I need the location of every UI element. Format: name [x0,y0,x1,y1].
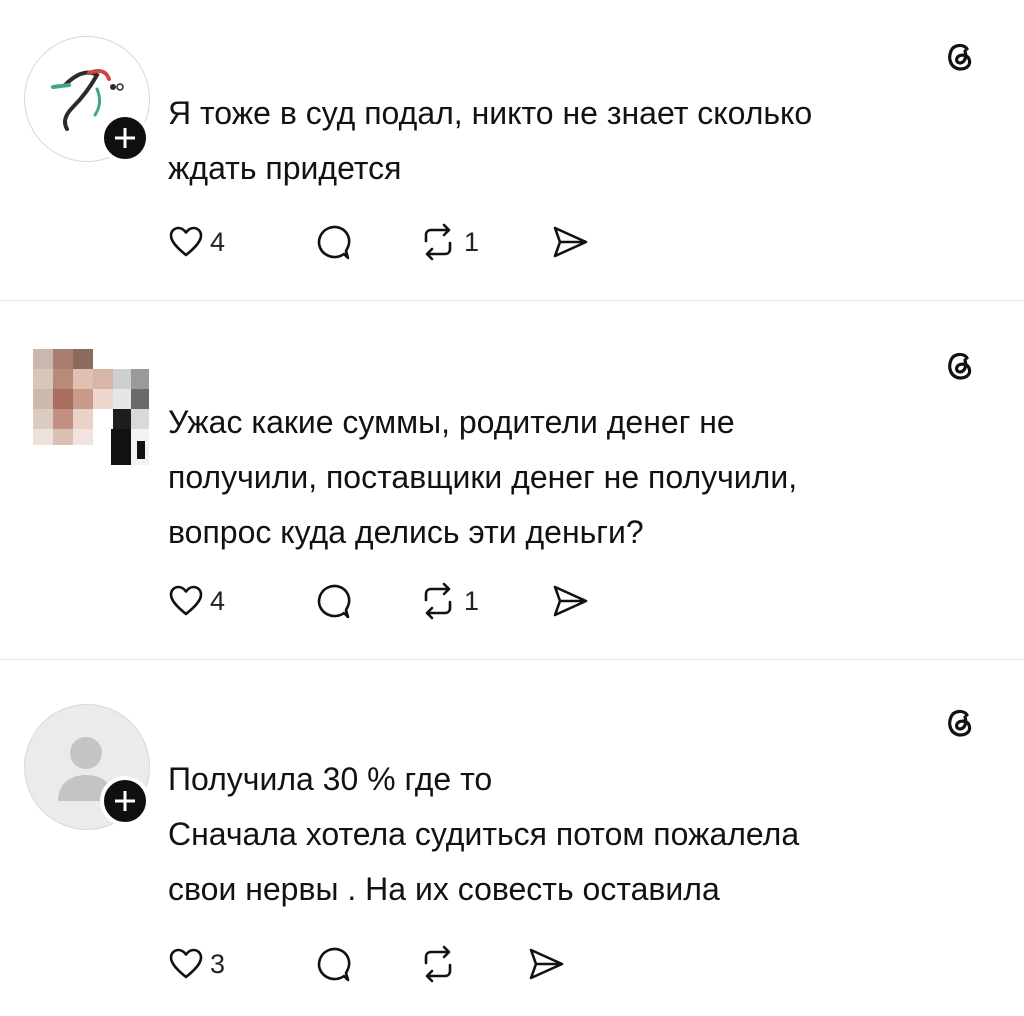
threads-logo-icon[interactable] [942,704,978,740]
pixelated-photo-icon [33,349,149,465]
repost-count: 1 [464,585,480,616]
post-text-line: Я тоже в суд подал, никто не знает сколь… [168,95,813,131]
repost-icon [424,945,452,983]
like-count: 4 [210,585,226,616]
post-text-line: ждать придется [168,150,402,186]
post-actions: 4 1 [168,581,608,621]
post-text-line: получили, поставщики денег не получили, [168,459,798,495]
heart-icon [169,226,203,257]
post-actions: 3 [168,944,588,984]
share-icon [553,585,588,617]
post-text: Ужас какие суммы, родители денег не полу… [168,395,978,560]
comment-button[interactable] [313,222,353,262]
heart-icon [169,585,203,616]
share-button[interactable] [550,222,590,262]
repost-button[interactable] [418,944,458,984]
follow-plus-icon[interactable] [100,113,150,163]
repost-count: 1 [464,226,480,257]
comment-button[interactable] [313,581,353,621]
post-text-line: Получила 30 % где то [168,761,493,797]
post-text-line: свои нервы . На их совесть оставила [168,871,720,907]
comment-icon [317,225,351,260]
post-text-line: Сначала хотела судиться потом пожалела [168,816,800,852]
repost-button[interactable]: 1 [418,222,479,262]
heart-icon [169,948,203,979]
threads-logo-icon[interactable] [942,38,978,74]
post-3: Получила 30 % где то Сначала хотела суди… [0,660,1024,1016]
post-2: Ужас какие суммы, родители денег не полу… [0,301,1024,659]
post-text: Я тоже в суд подал, никто не знает сколь… [168,86,978,196]
share-button[interactable] [526,944,566,984]
like-count: 3 [210,948,226,979]
comment-icon [317,584,351,619]
post-text: Получила 30 % где то Сначала хотела суди… [168,752,978,917]
share-icon [553,226,588,258]
like-button[interactable]: 4 [168,581,225,621]
comment-icon [317,947,351,982]
post-text-line: вопрос куда делись эти деньги? [168,514,644,550]
avatar[interactable] [33,349,149,465]
post-1: Я тоже в суд подал, никто не знает сколь… [0,0,1024,300]
follow-plus-icon[interactable] [100,776,150,826]
share-icon [529,948,564,980]
like-button[interactable]: 3 [168,944,225,984]
repost-icon [424,223,452,261]
share-button[interactable] [550,581,590,621]
like-count: 4 [210,226,226,257]
repost-icon [424,582,452,620]
like-button[interactable]: 4 [168,222,225,262]
repost-button[interactable]: 1 [418,581,479,621]
post-actions: 4 1 [168,222,608,262]
comment-button[interactable] [313,944,353,984]
threads-logo-icon[interactable] [942,347,978,383]
post-text-line: Ужас какие суммы, родители денег не [168,404,735,440]
